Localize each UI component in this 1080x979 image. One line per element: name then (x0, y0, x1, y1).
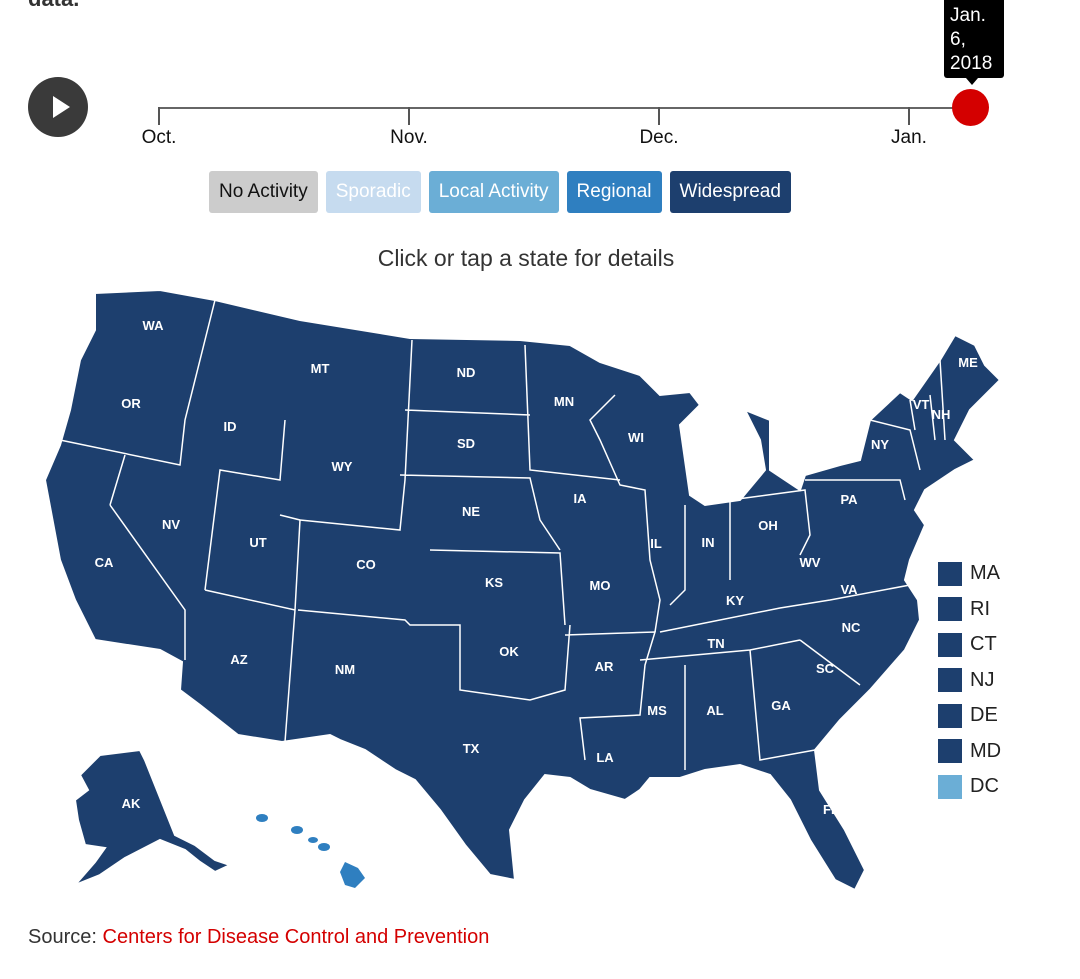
state-swatch (938, 632, 962, 657)
state-label-wy[interactable]: WY (332, 459, 353, 474)
state-label-co[interactable]: CO (356, 557, 376, 572)
us-map: WA OR CA ID NV MT WY UT AZ CO NM ND SD NE KS OK TX MN IA MO… (43, 288, 1002, 892)
state-label-wi[interactable]: WI (628, 430, 644, 445)
state-label-mi[interactable]: MI (712, 442, 726, 457)
source-link[interactable]: Centers for Disease Control and Preventi… (103, 926, 490, 948)
state-label-pa[interactable]: PA (840, 492, 858, 507)
state-label-wa[interactable]: WA (143, 318, 165, 333)
state-label-tx[interactable]: TX (463, 741, 480, 756)
state-label-ok[interactable]: OK (499, 644, 519, 659)
state-label-ga[interactable]: GA (771, 698, 791, 713)
state-label-ia[interactable]: IA (574, 491, 588, 506)
state-label-nh[interactable]: NH (932, 407, 951, 422)
state-swatch (938, 774, 962, 799)
small-state-md[interactable]: MD (938, 734, 1001, 770)
small-state-label: NJ (970, 668, 995, 691)
small-state-label: DE (970, 704, 998, 727)
small-state-label: RI (970, 597, 990, 620)
state-label-sd[interactable]: SD (457, 436, 475, 451)
state-label-tn[interactable]: TN (707, 636, 724, 651)
state-label-vt[interactable]: VT (913, 397, 930, 412)
state-label-ar[interactable]: AR (595, 659, 614, 674)
state-label-ks[interactable]: KS (485, 575, 503, 590)
state-label-mn[interactable]: MN (554, 394, 574, 409)
state-label-al[interactable]: AL (706, 703, 723, 718)
state-swatch (938, 668, 962, 693)
small-state-ri[interactable]: RI (938, 592, 1001, 628)
state-label-mt[interactable]: MT (311, 361, 330, 376)
state-swatch (938, 703, 962, 728)
state-label-ny[interactable]: NY (871, 437, 889, 452)
small-state-label: MD (970, 739, 1002, 762)
state-label-id[interactable]: ID (224, 419, 237, 434)
state-label-me[interactable]: ME (958, 355, 978, 370)
state-swatch (938, 597, 962, 622)
state-label-nc[interactable]: NC (842, 620, 861, 635)
state-label-la[interactable]: LA (596, 750, 614, 765)
state-label-ak[interactable]: AK (122, 796, 141, 811)
state-label-nd[interactable]: ND (457, 365, 476, 380)
small-state-label: DC (970, 775, 999, 798)
state-swatch (938, 739, 962, 764)
state-swatch (938, 561, 962, 586)
state-label-ne[interactable]: NE (462, 504, 480, 519)
state-label-ms[interactable]: MS (647, 703, 667, 718)
small-state-dc[interactable]: DC (938, 769, 1001, 805)
state-label-wv[interactable]: WV (800, 555, 821, 570)
state-label-nv[interactable]: NV (162, 517, 180, 532)
alaska-shape[interactable] (73, 748, 233, 886)
state-label-nm[interactable]: NM (335, 662, 355, 677)
state-label-oh[interactable]: OH (758, 518, 778, 533)
state-label-or[interactable]: OR (121, 396, 141, 411)
small-state-ma[interactable]: MA (938, 556, 1001, 592)
small-states-legend: MA RI CT NJ DE MD DC (938, 556, 1001, 805)
small-state-label: CT (970, 633, 997, 656)
state-label-ky[interactable]: KY (726, 593, 744, 608)
state-label-il[interactable]: IL (650, 536, 662, 551)
source-prefix: Source: (28, 926, 97, 948)
state-label-ca[interactable]: CA (95, 555, 114, 570)
state-label-in[interactable]: IN (702, 535, 715, 550)
state-label-fl[interactable]: FL (823, 802, 839, 817)
state-label-az[interactable]: AZ (230, 652, 247, 667)
small-state-label: MA (970, 562, 1000, 585)
state-label-mo[interactable]: MO (590, 578, 611, 593)
state-label-sc[interactable]: SC (816, 661, 835, 676)
small-state-ct[interactable]: CT (938, 627, 1001, 663)
small-state-de[interactable]: DE (938, 698, 1001, 734)
source-line: Source: Centers for Disease Control and … (28, 926, 489, 949)
hawaii-shape[interactable] (256, 814, 365, 888)
small-state-nj[interactable]: NJ (938, 663, 1001, 699)
state-label-ut[interactable]: UT (249, 535, 266, 550)
state-label-va[interactable]: VA (840, 582, 858, 597)
